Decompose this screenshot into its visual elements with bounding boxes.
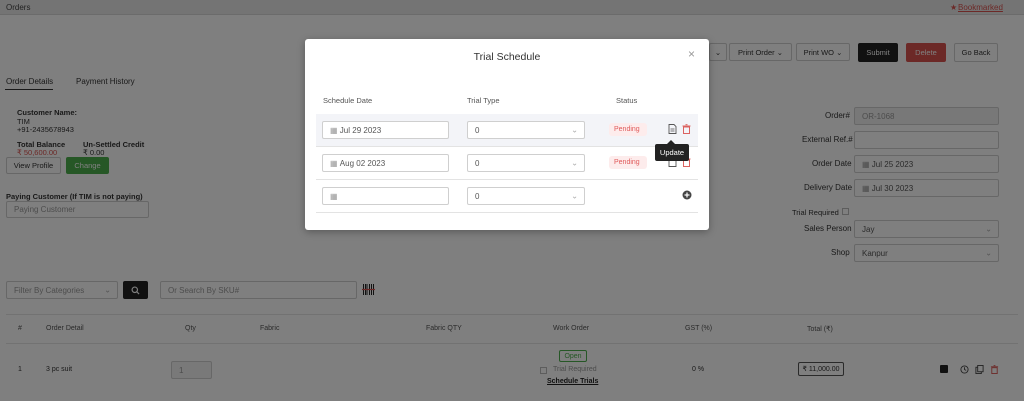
chevron-down-icon: ⌄ <box>571 125 578 135</box>
schedule-date-value: Jul 29 2023 <box>339 125 382 135</box>
tooltip-arrow <box>667 140 675 144</box>
update-icon[interactable] <box>668 124 677 134</box>
modal-title: Trial Schedule <box>473 51 541 63</box>
schedule-date-picker[interactable]: ▦ Aug 02 2023 <box>322 154 449 172</box>
schedule-date-picker[interactable]: ▦ Jul 29 2023 <box>322 121 449 139</box>
col-trial-type: Trial Type <box>467 96 500 105</box>
calendar-icon: ▦ <box>330 191 338 201</box>
trial-type-select[interactable]: 0 ⌄ <box>467 154 585 172</box>
calendar-icon: ▦ <box>330 125 338 135</box>
trial-type-value: 0 <box>475 125 480 135</box>
trial-type-value: 0 <box>475 158 480 168</box>
col-status: Status <box>616 96 638 105</box>
status-badge: Pending <box>609 123 647 136</box>
trial-type-value: 0 <box>475 191 480 201</box>
trial-type-select[interactable]: 0 ⌄ <box>467 187 585 205</box>
schedule-row: ▦ Aug 02 2023 0 ⌄ Pending <box>316 147 698 180</box>
schedule-date-value: Aug 02 2023 <box>339 158 386 168</box>
trial-type-select[interactable]: 0 ⌄ <box>467 121 585 139</box>
update-tooltip: Update <box>655 144 689 161</box>
calendar-icon: ▦ <box>330 158 338 168</box>
col-schedule-date: Schedule Date <box>323 96 373 105</box>
close-icon[interactable]: × <box>688 47 695 61</box>
chevron-down-icon: ⌄ <box>571 191 578 201</box>
schedule-row: ▦ Jul 29 2023 0 ⌄ Pending <box>316 114 698 147</box>
trial-schedule-modal: Trial Schedule × Schedule Date Trial Typ… <box>305 39 709 230</box>
status-badge: Pending <box>609 156 647 169</box>
add-schedule-icon[interactable] <box>682 190 692 200</box>
chevron-down-icon: ⌄ <box>571 158 578 168</box>
delete-schedule-icon[interactable] <box>682 124 691 134</box>
schedule-row: ▦ 0 ⌄ <box>316 180 698 213</box>
schedule-date-picker[interactable]: ▦ <box>322 187 449 205</box>
